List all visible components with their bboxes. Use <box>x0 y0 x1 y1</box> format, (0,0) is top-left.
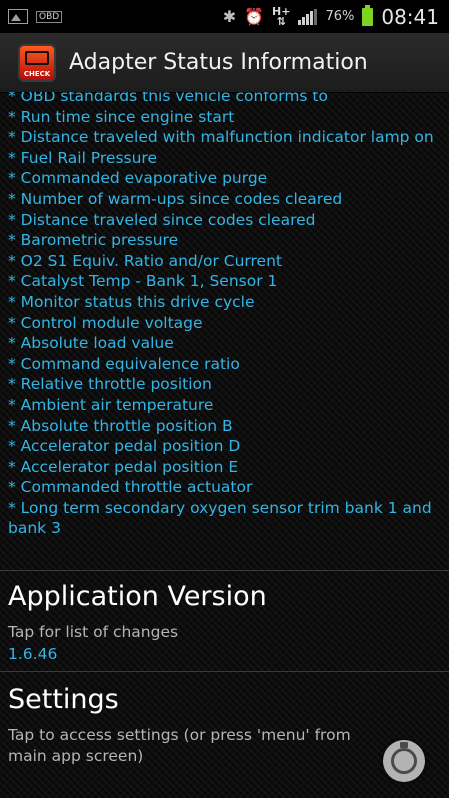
pid-list-item: * Barometric pressure <box>8 231 179 250</box>
pid-list-item: * Accelerator pedal position D <box>8 437 241 456</box>
pid-list-item: * Distance traveled with malfunction ind… <box>8 128 434 147</box>
page-title: Adapter Status Information <box>69 50 368 75</box>
pid-list-item: * O2 S1 Equiv. Ratio and/or Current <box>8 251 282 270</box>
pid-list-item: * Monitor status this drive cycle <box>8 292 255 311</box>
obd-notification-icon: OBD <box>36 10 63 23</box>
pid-list-item: * Long term secondary oxygen sensor trim… <box>8 498 432 538</box>
pid-list-item: * Catalyst Temp - Bank 1, Sensor 1 <box>8 272 278 291</box>
clock: 08:41 <box>381 4 439 29</box>
pid-list-item: * Relative throttle position <box>8 375 212 394</box>
pid-list-item: * Absolute load value <box>8 334 174 353</box>
pid-list-item: * Commanded throttle actuator <box>8 478 253 497</box>
status-bar: OBD ✱ ⏰ H+ ⇅ 76% 08:41 <box>0 0 449 33</box>
pid-list-item: * Control module voltage <box>8 313 203 332</box>
app-version-subtitle: Tap for list of changes <box>8 623 179 641</box>
logo-text: CHECK <box>23 69 51 78</box>
pid-list-item: * Run time since engine start <box>8 107 235 126</box>
network-type-icon: H+ ⇅ <box>272 4 291 28</box>
app-version-value: 1.6.46 <box>8 645 58 663</box>
image-notification-icon <box>8 9 28 24</box>
pid-list-item: * Accelerator pedal position E <box>8 457 239 476</box>
pid-list-item: * Number of warm-ups since codes cleared <box>8 189 343 208</box>
app-version-title: Application Version <box>8 581 267 612</box>
settings-section[interactable]: Settings Tap to access settings (or pres… <box>0 672 449 798</box>
pid-list-item: * OBD standards this vehicle conforms to <box>8 92 328 105</box>
alarm-icon: ⏰ <box>244 6 265 26</box>
pid-list-item: * Absolute throttle position B <box>8 416 233 435</box>
settings-subtitle: Tap to access settings (or press 'menu' … <box>8 726 351 765</box>
pid-list-item: * Command equivalence ratio <box>8 354 240 373</box>
pid-list-item: * Commanded evaporative purge <box>8 169 268 188</box>
action-bar: CHECK Adapter Status Information <box>0 33 449 93</box>
settings-gear-button[interactable] <box>383 740 425 782</box>
battery-percentage: 76% <box>325 9 355 24</box>
settings-title: Settings <box>8 684 119 715</box>
app-logo-icon[interactable]: CHECK <box>18 43 56 82</box>
pid-list-item: * Fuel Rail Pressure <box>8 148 157 167</box>
pid-list-item: * Ambient air temperature <box>8 395 214 414</box>
signal-strength-icon <box>298 8 318 25</box>
battery-icon <box>362 4 374 26</box>
bluetooth-icon: ✱ <box>222 6 237 26</box>
pid-list-item: * Distance traveled since codes cleared <box>8 210 316 229</box>
supported-pid-list[interactable]: * OBD standards this vehicle conforms to… <box>0 92 449 570</box>
app-version-section[interactable]: Application Version Tap for list of chan… <box>0 571 449 671</box>
